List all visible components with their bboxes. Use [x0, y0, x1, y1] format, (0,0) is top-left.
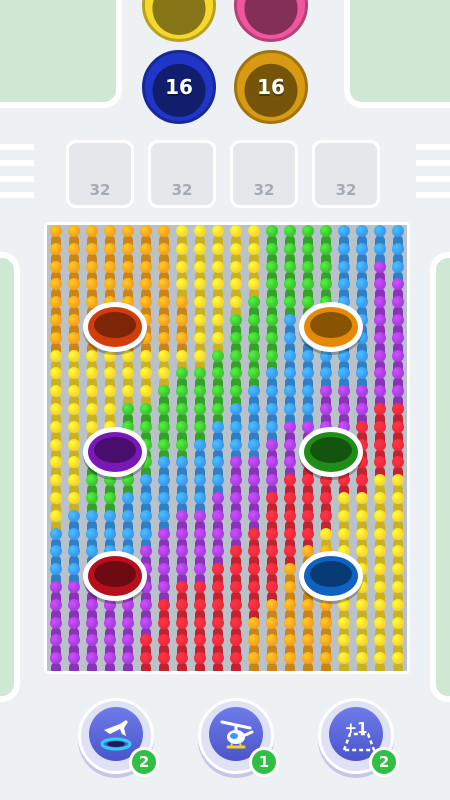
- yellow-orange-hole[interactable]: [299, 302, 363, 352]
- grass-right: [430, 252, 450, 702]
- red-hole[interactable]: [83, 551, 147, 602]
- yellow-bucket[interactable]: [142, 0, 216, 42]
- crowd-person: [156, 652, 172, 671]
- helicopter-powerup[interactable]: 1: [198, 698, 279, 777]
- waiting-slot[interactable]: 32: [230, 140, 298, 208]
- crowd-person: [138, 652, 154, 671]
- crowd-person: [192, 652, 208, 671]
- crowd-person: [84, 652, 100, 671]
- crowd-person: [372, 652, 388, 671]
- waiting-slot[interactable]: 32: [66, 140, 134, 208]
- top-buckets: 16 16: [0, 0, 450, 130]
- crowd-person: [300, 652, 316, 671]
- crowd-person: [264, 652, 280, 671]
- add-slot-powerup[interactable]: +1 2: [318, 698, 399, 777]
- green-hole[interactable]: [299, 426, 363, 477]
- waiting-slot[interactable]: 32: [312, 140, 380, 208]
- crowd-person: [120, 652, 136, 671]
- slot-capacity: 32: [171, 181, 193, 199]
- powerup-count-badge: 2: [129, 747, 159, 777]
- bucket-count: 16: [257, 75, 285, 99]
- crowd-person: [318, 652, 334, 671]
- magnet-powerup[interactable]: 2: [78, 698, 159, 777]
- powerup-bar: 2 1 +1 2: [0, 690, 450, 800]
- slot-capacity: 32: [335, 181, 357, 199]
- crowd-person: [48, 652, 64, 671]
- powerup-count-badge: 2: [369, 747, 399, 777]
- waiting-slots: 32 32 32 32: [0, 138, 450, 214]
- crowd-person: [336, 652, 352, 671]
- bucket-count: 16: [165, 75, 193, 99]
- crowd-person: [66, 652, 82, 671]
- crowd-board[interactable]: [44, 222, 410, 674]
- crowd-person: [282, 652, 298, 671]
- grass-left: [0, 252, 20, 702]
- gold-bucket[interactable]: 16: [234, 50, 308, 124]
- crowd-person: [210, 652, 226, 671]
- plus-one-label: +1: [344, 719, 368, 737]
- powerup-count-badge: 1: [249, 747, 279, 777]
- crowd-person: [390, 652, 406, 671]
- crowd-person: [174, 652, 190, 671]
- waiting-slot[interactable]: 32: [148, 140, 216, 208]
- crowd-person: [354, 652, 370, 671]
- crowd-person: [228, 652, 244, 671]
- crowd-person: [102, 652, 118, 671]
- pink-bucket[interactable]: [234, 0, 308, 42]
- slot-capacity: 32: [253, 181, 275, 199]
- blue-hole[interactable]: [299, 551, 363, 602]
- orange-hole[interactable]: [83, 302, 147, 352]
- crowd-person: [246, 652, 262, 671]
- navy-bucket[interactable]: 16: [142, 50, 216, 124]
- purple-hole[interactable]: [83, 426, 147, 477]
- slot-capacity: 32: [89, 181, 111, 199]
